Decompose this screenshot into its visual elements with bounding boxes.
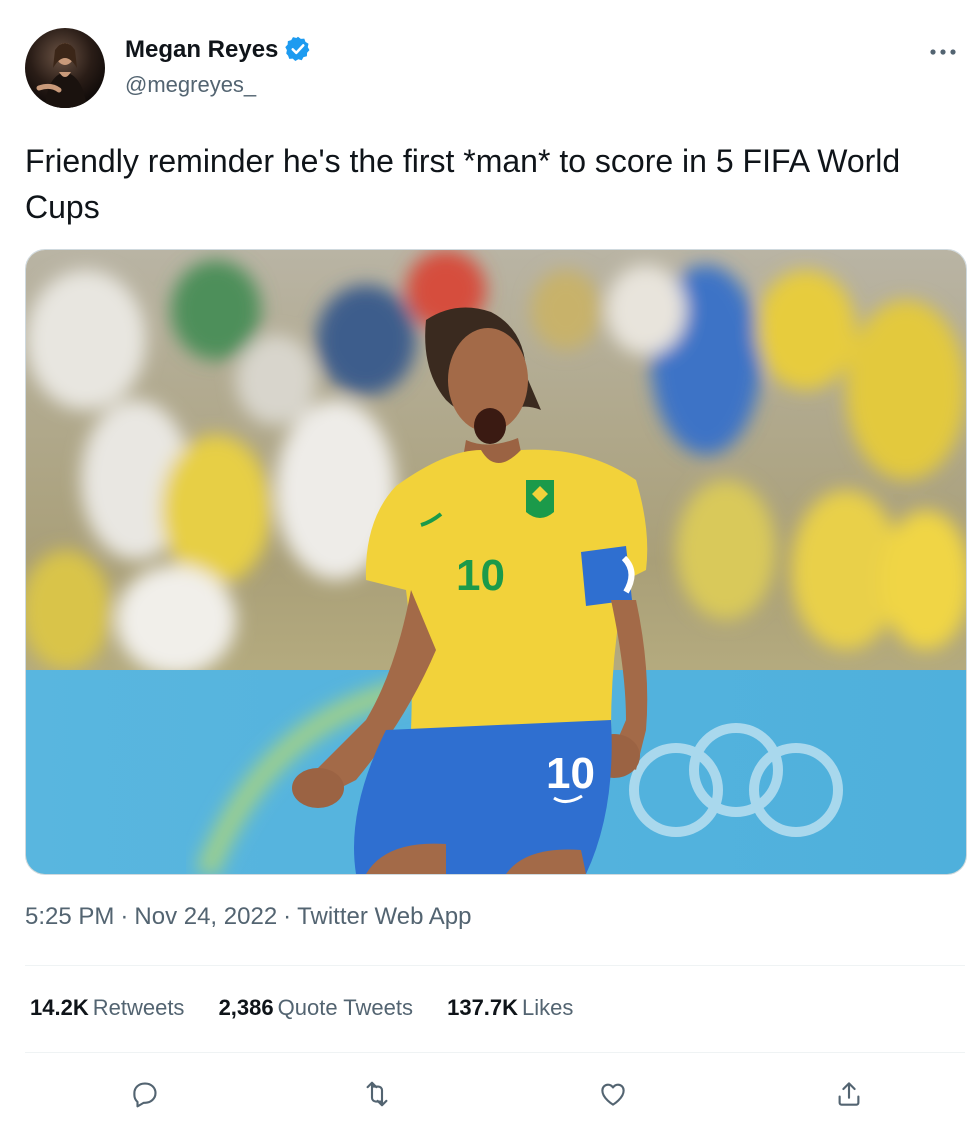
tweet-text: Friendly reminder he's the first *man* t… xyxy=(25,143,901,225)
heart-icon xyxy=(601,1083,625,1106)
tweet-stats: 14.2K Retweets 2,386 Quote Tweets 137.7K Li… xyxy=(30,995,601,1021)
tweet-media-photo[interactable]: 10 10 xyxy=(25,249,967,875)
display-name[interactable]: Megan Reyes xyxy=(125,36,278,64)
share-icon xyxy=(838,1082,860,1106)
quote-tweets-stat[interactable]: 2,386 Quote Tweets xyxy=(219,995,413,1021)
like-button[interactable] xyxy=(591,1072,635,1116)
tweet-container: Megan Reyes @megreyes_ Friendly reminder… xyxy=(0,0,980,1135)
tweet-time[interactable]: 5:25 PM xyxy=(25,903,114,930)
jersey-number: 10 xyxy=(456,551,505,600)
user-handle[interactable]: @megreyes_ xyxy=(125,72,256,98)
more-dots-icon xyxy=(930,49,956,55)
meta-separator: · xyxy=(283,903,292,930)
divider xyxy=(25,965,965,966)
reply-icon xyxy=(133,1082,157,1108)
tweet-actions xyxy=(25,1058,965,1128)
verified-badge-icon xyxy=(284,35,312,63)
tweet-header: Megan Reyes @megreyes_ xyxy=(25,28,965,110)
tweet-date[interactable]: Nov 24, 2022 xyxy=(134,903,277,930)
meta-separator: · xyxy=(120,903,129,930)
tweet-meta: 5:25 PM · Nov 24, 2022 · Twitter Web App xyxy=(25,903,471,931)
shorts-number: 10 xyxy=(546,749,595,798)
retweets-stat[interactable]: 14.2K Retweets xyxy=(30,995,184,1021)
retweet-icon xyxy=(366,1081,388,1107)
more-options-button[interactable] xyxy=(925,38,961,66)
divider xyxy=(25,1052,965,1053)
reply-button[interactable] xyxy=(123,1072,167,1116)
share-button[interactable] xyxy=(827,1072,871,1116)
likes-stat[interactable]: 137.7K Likes xyxy=(447,995,573,1021)
retweet-button[interactable] xyxy=(355,1072,399,1116)
avatar[interactable] xyxy=(25,28,105,108)
tweet-source[interactable]: Twitter Web App xyxy=(297,903,471,930)
